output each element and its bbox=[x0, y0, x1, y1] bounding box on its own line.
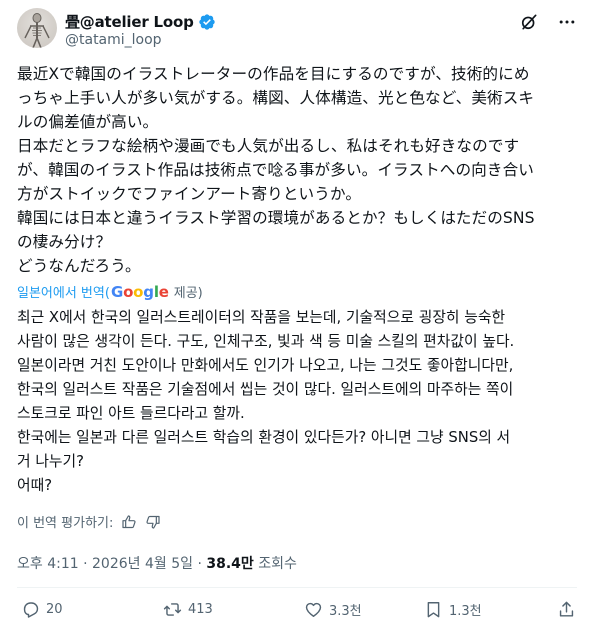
divider bbox=[17, 587, 577, 588]
translated-text-line: 스토크로 파인 아트 들르다라고 할까. bbox=[17, 405, 245, 422]
reply-count: 20 bbox=[46, 602, 63, 617]
meta-separator: · bbox=[193, 556, 207, 572]
bookmark-count: 1.3천 bbox=[449, 604, 482, 619]
translated-text-line: 한국의 일러스트 작품은 기술점에서 씹는 것이 많다. 일러스트에의 마주하는… bbox=[17, 381, 514, 398]
tweet-meta: 오후 4:11 · 2026년 4월 5일 · 38.4만 조회수 bbox=[17, 553, 297, 573]
header-icons bbox=[519, 12, 577, 32]
verified-badge-icon bbox=[198, 13, 215, 30]
tweet-text-line: が、韓国のイラスト作品は技術点で唸る事が多い。イラストへの向き合い bbox=[17, 161, 534, 179]
thumbs-down-icon[interactable] bbox=[145, 514, 161, 530]
like-icon bbox=[305, 602, 322, 617]
view-count-label: 조회수 bbox=[253, 556, 297, 572]
action-bar: 20 413 3.3천 1.3천 bbox=[17, 600, 577, 626]
tweet-text-line: 日本だとラフな絵柄や漫画でも人気が出るし、私はそれも好きなのです bbox=[17, 137, 520, 155]
like-button[interactable]: 3.3천 bbox=[304, 600, 362, 619]
rate-translation-row: 이 번역 평가하기: bbox=[17, 512, 161, 531]
bookmark-button[interactable]: 1.3천 bbox=[424, 600, 482, 619]
translated-text-line: 어때? bbox=[17, 477, 53, 494]
name-row: 畳@atelier Loop bbox=[65, 11, 216, 32]
translated-text-line: 한국에는 일본과 다른 일러스트 학습의 환경이 있다든가? 아니면 그냥 SN… bbox=[17, 429, 511, 446]
translation-attribution: 일본어에서 번역( Google 제공) bbox=[17, 282, 203, 302]
author-handle[interactable]: @tatami_loop bbox=[65, 32, 162, 48]
bookmark-icon bbox=[427, 602, 440, 618]
tweet-text-line: どうなんだろう。 bbox=[17, 257, 141, 275]
tweet-text-line: 最近Xで韓国のイラストレーターの作品を目にするのですが、技術的にめ bbox=[17, 65, 530, 83]
reply-button[interactable]: 20 bbox=[21, 600, 63, 619]
like-count: 3.3천 bbox=[329, 604, 362, 619]
translated-from-link[interactable]: 일본어에서 번역( bbox=[17, 282, 110, 301]
avatar-image bbox=[17, 8, 57, 48]
tweet-text-line: ルの偏差値が高い。 bbox=[17, 113, 159, 131]
rate-translation-label: 이 번역 평가하기: bbox=[17, 516, 114, 531]
tweet-text-line: っちゃ上手い人が多い気がする。構図、人体構造、光と色など、美術スキ bbox=[17, 89, 535, 107]
translated-text-line: 일본이라면 거친 도안이나 만화에서도 인기가 나오고, 나는 그것도 좋아합니… bbox=[17, 357, 514, 374]
tweet-text-line: の棲み分け？ bbox=[17, 233, 112, 251]
meta-separator: · bbox=[78, 556, 93, 572]
grok-icon[interactable] bbox=[519, 12, 539, 32]
thumbs-up-icon[interactable] bbox=[121, 514, 137, 530]
tweet-text-line: 方がストイックでファインアート寄りというか。 bbox=[17, 185, 362, 203]
translated-text: 최근 X에서 한국의 일러스트레이터의 작품을 보는데, 기술적으로 굉장히 능… bbox=[17, 306, 577, 498]
tweet-header: 畳@atelier Loop @tatami_loop bbox=[17, 8, 577, 52]
tweet-text-line: 韓国には日本と違うイラスト学習の環境があるとか？もしくはただのSNS bbox=[17, 209, 535, 227]
provided-by-label: 제공) bbox=[173, 286, 203, 301]
tweet-time[interactable]: 오후 4:11 bbox=[17, 556, 79, 572]
repost-icon bbox=[163, 603, 182, 616]
avatar[interactable] bbox=[17, 8, 57, 48]
reply-icon bbox=[23, 602, 39, 618]
tweet-date[interactable]: 2026년 4월 5일 bbox=[92, 556, 193, 572]
more-icon[interactable] bbox=[557, 12, 577, 32]
translated-text-line: 거 나누기? bbox=[17, 453, 85, 470]
translated-text-line: 사람이 많은 생각이 든다. 구도, 인체구조, 빛과 색 등 미술 스킬의 편… bbox=[17, 333, 515, 350]
author-display-name[interactable]: 畳@atelier Loop bbox=[65, 11, 194, 32]
tweet-text: 最近Xで韓国のイラストレーターの作品を目にするのですが、技術的にめ っちゃ上手い… bbox=[17, 62, 577, 278]
share-button[interactable] bbox=[557, 600, 576, 619]
view-count: 38.4만 bbox=[206, 556, 254, 572]
repost-count: 413 bbox=[188, 602, 213, 617]
repost-button[interactable]: 413 bbox=[163, 600, 213, 619]
translated-text-line: 최근 X에서 한국의 일러스트레이터의 작품을 보는데, 기술적으로 굉장히 능… bbox=[17, 309, 506, 326]
share-icon bbox=[559, 601, 574, 617]
google-logo: Google bbox=[110, 282, 169, 301]
